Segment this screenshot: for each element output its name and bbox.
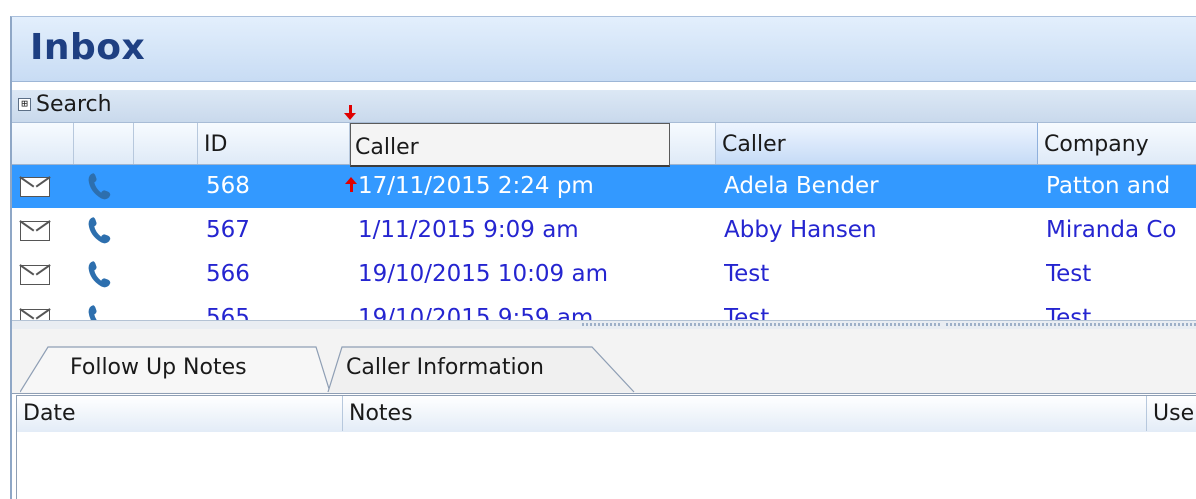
- row-date: 19/10/2015 9:59 am: [358, 305, 594, 320]
- drop-arrow-icon: [345, 177, 357, 192]
- row-date: 17/11/2015 2:24 pm: [358, 173, 594, 199]
- tab-label: Follow Up Notes: [70, 355, 247, 380]
- column-header-company[interactable]: Company: [1038, 123, 1196, 164]
- splitter-grip[interactable]: [946, 323, 1196, 326]
- row-id: 568: [206, 173, 250, 199]
- notes-column-date[interactable]: Date: [17, 396, 343, 431]
- row-date: 1/11/2015 9:09 am: [358, 217, 579, 243]
- table-row[interactable]: 568 17/11/2015 2:24 pm Adela Bender Patt…: [12, 165, 1196, 208]
- row-caller: Abby Hansen: [724, 217, 877, 243]
- tab-follow-up-notes[interactable]: Follow Up Notes: [20, 345, 330, 393]
- drop-arrow-icon: [344, 105, 356, 120]
- tab-strip: Follow Up Notes Caller Information: [12, 329, 1196, 394]
- notes-grid-body[interactable]: [16, 432, 1196, 499]
- phone-icon: [88, 261, 111, 288]
- notes-grid-header: Date Notes Use: [16, 395, 1196, 433]
- row-caller: Test: [724, 305, 770, 320]
- row-id: 565: [206, 305, 250, 320]
- row-caller: Adela Bender: [724, 173, 879, 199]
- tab-label: Caller Information: [346, 355, 544, 380]
- splitter-grip[interactable]: [582, 323, 942, 326]
- mail-icon: [20, 309, 50, 320]
- expand-icon[interactable]: ⊞: [18, 98, 31, 111]
- table-row[interactable]: 567 1/11/2015 9:09 am Abby Hansen Mirand…: [12, 209, 1196, 252]
- mail-icon: [20, 265, 50, 285]
- column-header-mail[interactable]: [12, 123, 74, 164]
- row-id: 566: [206, 261, 250, 287]
- row-id: 567: [206, 217, 250, 243]
- row-company: Miranda Co: [1046, 217, 1177, 243]
- notes-column-user[interactable]: Use: [1147, 396, 1196, 431]
- search-panel-toggle[interactable]: ⊞ Search: [12, 90, 1196, 123]
- row-company: Patton and: [1046, 173, 1171, 199]
- phone-icon: [88, 173, 111, 200]
- inbox-grid: 568 17/11/2015 2:24 pm Adela Bender Patt…: [12, 165, 1196, 320]
- column-header-blank[interactable]: [134, 123, 198, 164]
- inbox-window: Inbox ⊞ Search ID Caller Company Caller …: [10, 16, 1196, 499]
- mail-icon: [20, 221, 50, 241]
- row-date: 19/10/2015 10:09 am: [358, 261, 608, 287]
- row-company: Test: [1046, 261, 1092, 287]
- row-caller: Test: [724, 261, 770, 287]
- title-bar: Inbox: [12, 17, 1196, 82]
- row-company: Test: [1046, 305, 1092, 320]
- mail-icon: [20, 177, 50, 197]
- tab-caller-information[interactable]: Caller Information: [318, 345, 636, 393]
- column-header-caller[interactable]: Caller: [716, 123, 1038, 164]
- phone-icon: [88, 305, 97, 320]
- table-row[interactable]: 565 19/10/2015 9:59 am Test Test: [12, 297, 1196, 320]
- phone-icon: [88, 217, 111, 244]
- column-header-id[interactable]: ID: [198, 123, 350, 164]
- table-row[interactable]: 566 19/10/2015 10:09 am Test Test: [12, 253, 1196, 296]
- dragged-column-header[interactable]: Caller: [350, 123, 670, 167]
- column-header-phone[interactable]: [74, 123, 134, 164]
- page-title: Inbox: [30, 27, 146, 68]
- notes-column-notes[interactable]: Notes: [343, 396, 1147, 431]
- search-label[interactable]: Search: [36, 92, 112, 117]
